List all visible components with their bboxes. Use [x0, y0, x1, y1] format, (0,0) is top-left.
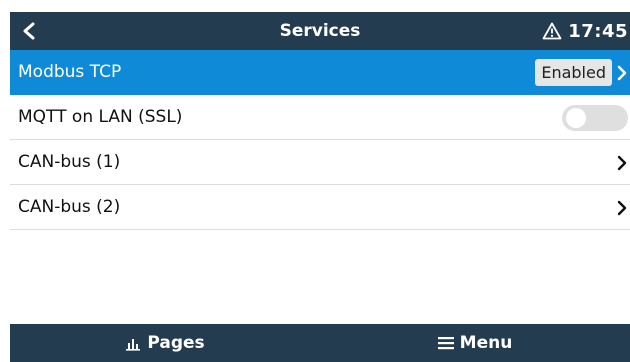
status-area: 17:45: [542, 12, 630, 50]
list-item-label: CAN-bus (1): [18, 152, 121, 172]
bottom-bar: Pages Menu: [10, 324, 630, 362]
warning-triangle-icon[interactable]: [542, 22, 562, 40]
mqtt-ssl-toggle[interactable]: [562, 105, 628, 131]
bar-chart-icon: [126, 339, 141, 351]
list-item-can-bus-1[interactable]: CAN-bus (1): [10, 140, 630, 185]
chevron-right-icon: [617, 200, 627, 216]
menu-label: Menu: [459, 333, 513, 353]
list-item-label: MQTT on LAN (SSL): [18, 107, 183, 127]
top-bar: Services 17:45: [10, 12, 630, 50]
pages-label: Pages: [147, 333, 205, 353]
chevron-right-icon: [617, 155, 627, 171]
pages-button[interactable]: Pages: [10, 324, 320, 362]
chevron-right-icon: [617, 65, 627, 81]
services-screen: Services 17:45 Modbus TCP Enabled MQTT o…: [0, 0, 630, 362]
clock: 17:45: [568, 20, 628, 42]
chevron-left-icon: [23, 22, 35, 40]
list-item-label: CAN-bus (2): [18, 197, 121, 217]
list-item-modbus-tcp[interactable]: Modbus TCP Enabled: [10, 50, 630, 95]
hamburger-menu-icon: [437, 337, 454, 350]
menu-button[interactable]: Menu: [320, 324, 630, 362]
toggle-knob: [566, 108, 586, 128]
list-item-mqtt-lan-ssl[interactable]: MQTT on LAN (SSL): [10, 95, 630, 140]
list-item-can-bus-2[interactable]: CAN-bus (2): [10, 185, 630, 230]
back-button[interactable]: [10, 12, 54, 50]
list-item-label: Modbus TCP: [18, 62, 122, 82]
services-list: Modbus TCP Enabled MQTT on LAN (SSL) CAN…: [10, 50, 630, 230]
page-title: Services: [279, 21, 361, 41]
status-value: Enabled: [535, 59, 612, 86]
